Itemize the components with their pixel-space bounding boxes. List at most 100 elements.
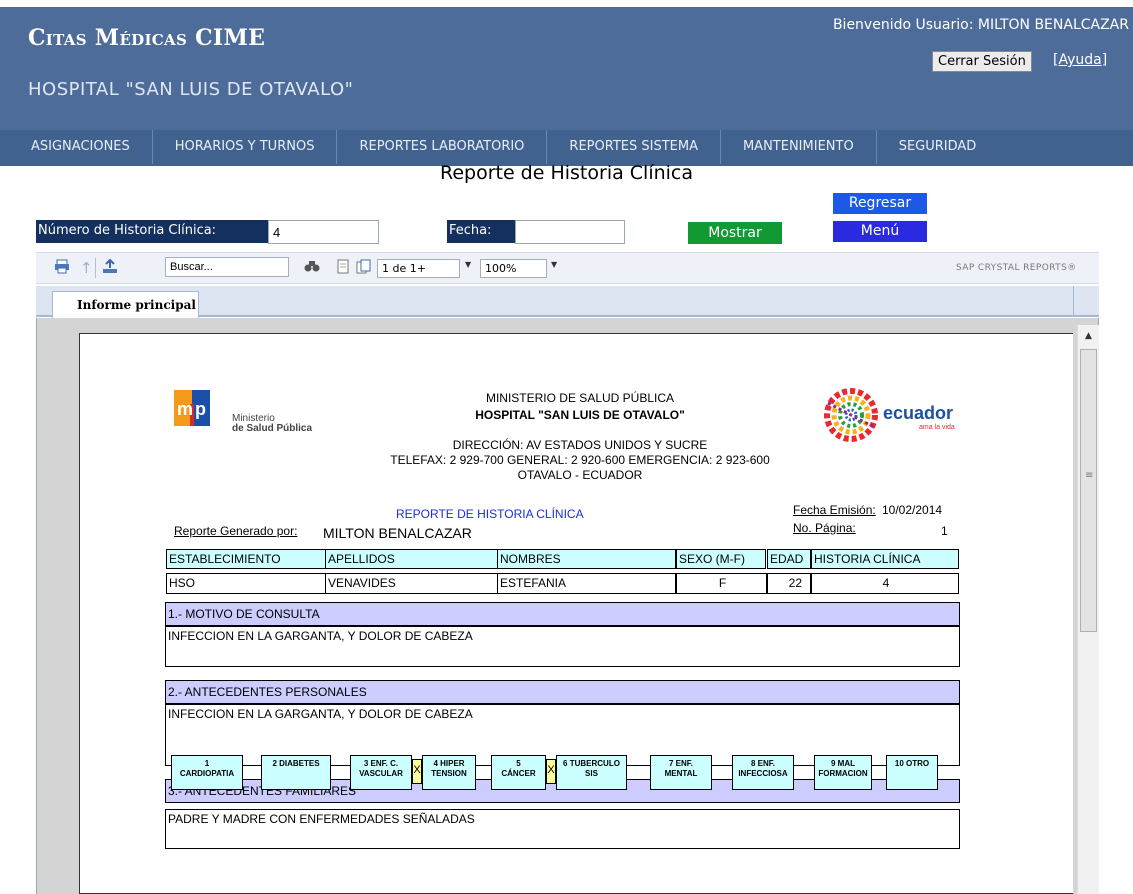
show-button[interactable]: Mostrar — [688, 222, 782, 244]
table-value-cell: ESTEFANIA — [497, 573, 676, 594]
zoom-select[interactable]: 100% — [480, 259, 547, 278]
report-title: REPORTE DE HISTORIA CLÍNICA — [396, 507, 584, 521]
section-familiares-text: PADRE Y MADRE CON ENFERMEDADES SEÑALADAS — [165, 809, 960, 849]
nav-item-reportes-sistema[interactable]: REPORTES SISTEMA — [547, 130, 721, 164]
nav-item-reportes-laboratorio[interactable]: REPORTES LABORATORIO — [337, 130, 548, 164]
nav-item-mantenimiento[interactable]: MANTENIMIENTO — [721, 130, 877, 164]
family-item-line: MENTAL — [664, 769, 698, 778]
family-item-line: 2 DIABETES — [272, 759, 320, 768]
family-item-line: VASCULAR — [359, 769, 403, 778]
print-icon[interactable] — [54, 259, 70, 278]
date-label: Fecha: — [447, 220, 515, 243]
family-item-cancer: 5 CÁNCER — [491, 755, 546, 790]
emission-label: Fecha Emisión: — [793, 503, 876, 517]
family-item-otro: 10 OTRO — [886, 755, 938, 790]
svg-text:m: m — [177, 399, 193, 419]
page-indicator[interactable]: 1 de 1+ — [377, 259, 460, 278]
nav-item-horarios-turnos[interactable]: HORARIOS Y TURNOS — [153, 130, 338, 164]
family-item-line: 5 — [516, 759, 521, 768]
page-title: Reporte de Historia Clínica — [439, 162, 694, 184]
report-scrollbar[interactable]: ▲ ≡ — [1077, 325, 1099, 894]
generated-by-label: Reporte Generado por: — [174, 524, 298, 538]
pages-icon[interactable] — [356, 259, 372, 278]
export-icon[interactable] — [102, 258, 118, 278]
report-hospital-name: HOSPITAL "SAN LUIS DE OTAVALO" — [475, 408, 685, 422]
family-item-enf-mental: 7 ENF. MENTAL — [650, 755, 712, 790]
app-root: { "header": { "app_title": "Citas Médica… — [0, 0, 1133, 894]
up-icon[interactable]: ↑ — [80, 259, 93, 277]
page-number-label: No. Página: — [793, 521, 856, 535]
family-item-line: TENSION — [431, 769, 467, 778]
family-item-tuberculosis: 6 TUBERCULO SIS — [556, 755, 627, 790]
ministry-name: MINISTERIO DE SALUD PÚBLICA — [485, 391, 675, 405]
section-motivo-title: 1.- MOTIVO DE CONSULTA — [165, 602, 960, 626]
family-item-enf-infecciosa: 8 ENF. INFECCIOSA — [732, 755, 794, 790]
scroll-thumb[interactable] — [1080, 349, 1097, 632]
family-item-line: 3 ENF. C. — [363, 759, 399, 768]
report-page: m p Ministerio de Salud Pública ecuador … — [79, 333, 1073, 894]
family-mark: X — [412, 759, 422, 784]
ecuador-tagline: ama la vida — [919, 424, 955, 431]
app-title: Citas Médicas CIME — [28, 25, 266, 51]
table-header-cell: HISTORIA CLÍNICA — [811, 549, 959, 569]
family-item-line: CARDIOPATIA — [179, 769, 235, 778]
welcome-message: Bienvenido Usuario: MILTON BENALCAZAR — [832, 17, 1129, 33]
table-header-cell: EDAD — [767, 549, 811, 569]
family-item-line: SIS — [585, 769, 598, 778]
family-item-hipertension: 4 HIPER TENSION — [422, 755, 476, 790]
history-number-label: Número de Historia Clínica: — [36, 220, 268, 243]
tab-bar-divider — [1073, 286, 1074, 317]
table-value-cell: HSO — [166, 573, 326, 594]
help-link[interactable]: [Ayuda] — [1053, 52, 1107, 68]
family-item-line: 1 — [204, 759, 210, 768]
crystal-reports-brand: SAP CRYSTAL REPORTS® — [956, 263, 1077, 273]
family-item-diabetes: 2 DIABETES — [261, 755, 331, 790]
family-item-line: 6 TUBERCULO — [563, 759, 620, 768]
date-input[interactable] — [515, 220, 625, 244]
menu-button[interactable]: Menú — [833, 221, 927, 242]
section-personales-title: 2.- ANTECEDENTES PERSONALES — [165, 680, 960, 704]
family-item-line: 8 ENF. — [750, 759, 775, 768]
family-item-line: 7 ENF. — [668, 759, 693, 768]
report-search-input[interactable] — [165, 257, 289, 277]
hospital-address: DIRECCIÓN: AV ESTADOS UNIDOS Y SUCRE — [452, 438, 708, 452]
family-item-line: CÁNCER — [501, 769, 536, 778]
table-header-cell: SEXO (M-F) — [676, 549, 766, 569]
family-item-line: 4 HIPER — [433, 759, 465, 768]
generated-by-name: MILTON BENALCAZAR — [323, 525, 472, 541]
logout-button[interactable]: Cerrar Sesión — [932, 51, 1032, 72]
table-header-cell: NOMBRES — [497, 549, 676, 569]
table-value-cell: VENAVIDES — [325, 573, 498, 594]
main-nav: ASIGNACIONES HORARIOS Y TURNOS REPORTES … — [0, 130, 1133, 166]
history-number-input[interactable] — [268, 220, 379, 244]
hospital-phones: TELEFAX: 2 929-700 GENERAL: 2 920-600 EM… — [390, 453, 770, 467]
family-item-line: INFECCIOSA — [738, 769, 788, 778]
table-header-cell: ESTABLECIMIENTO — [166, 549, 326, 569]
search-binoculars-icon[interactable] — [304, 259, 320, 277]
page-number: 1 — [941, 524, 948, 538]
zoom-dropdown-icon[interactable]: ▼ — [551, 260, 557, 269]
section-motivo-text: INFECCION EN LA GARGANTA, Y DOLOR DE CAB… — [165, 626, 960, 667]
emission-date: 10/02/2014 — [882, 503, 943, 517]
msp-name-line2: de Salud Pública — [232, 423, 313, 434]
top-strip — [0, 0, 1133, 7]
hospital-city: OTAVALO - ECUADOR — [517, 468, 643, 482]
scroll-grip-icon: ≡ — [1085, 470, 1094, 481]
family-mark: X — [546, 759, 556, 784]
table-header-cell: APELLIDOS — [325, 549, 498, 569]
nav-item-seguridad[interactable]: SEGURIDAD — [877, 130, 999, 164]
table-value-cell: 4 — [811, 573, 959, 594]
tab-main-report[interactable]: Informe principal — [52, 291, 199, 318]
table-value-cell: F — [676, 573, 767, 594]
page-icon[interactable] — [336, 259, 350, 278]
svg-text:p: p — [195, 399, 206, 419]
toolbar-separator — [95, 258, 96, 278]
family-item-line: 10 OTRO — [894, 759, 930, 768]
family-item-enf-vascular: 3 ENF. C. VASCULAR — [350, 755, 412, 790]
nav-item-asignaciones[interactable]: ASIGNACIONES — [9, 130, 153, 164]
back-button[interactable]: Regresar — [833, 193, 927, 214]
family-item-cardiopatia: 1 CARDIOPATIA — [171, 755, 243, 790]
scroll-up-icon[interactable]: ▲ — [1085, 331, 1092, 341]
msp-logo: m p — [174, 390, 230, 431]
page-dropdown-icon[interactable]: ▼ — [465, 260, 471, 269]
